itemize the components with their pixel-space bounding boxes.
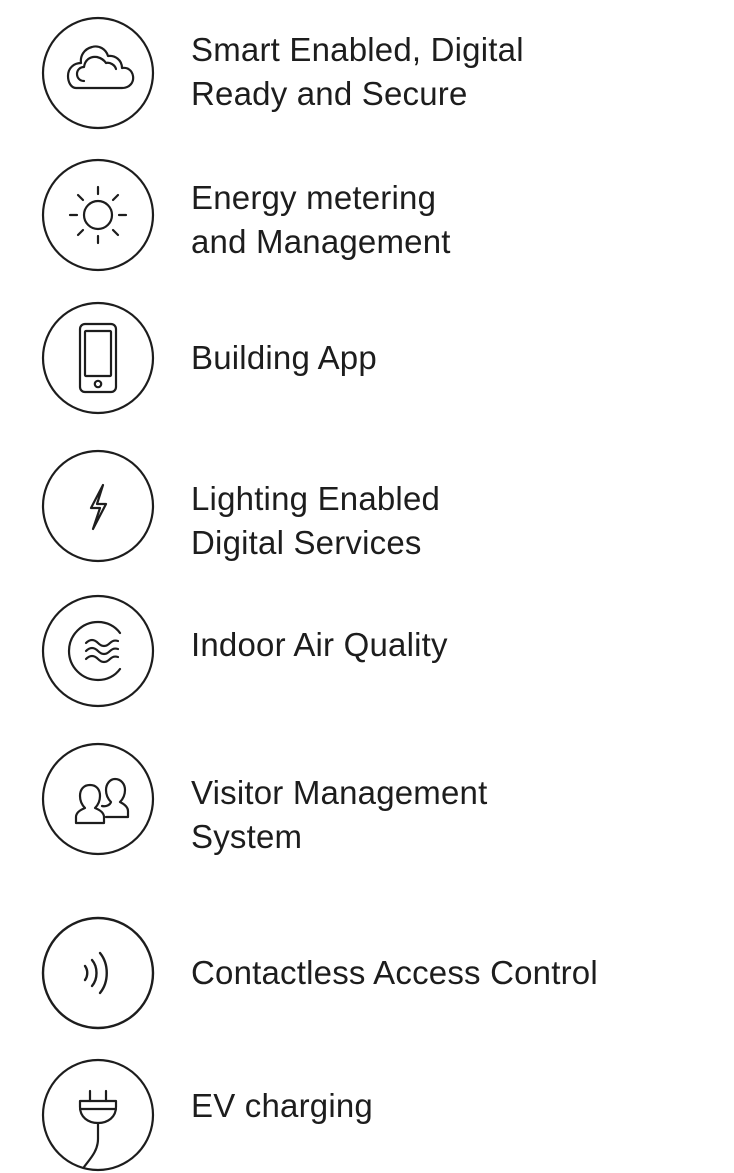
feature-label: Visitor Management System: [191, 774, 488, 855]
feature-item-building-app: Building App: [40, 290, 730, 415]
feature-item-visitor-management: Visitor Management System: [40, 730, 730, 856]
feature-item-smart-enabled: Smart Enabled, Digital Ready and Secure: [40, 0, 730, 130]
lightning-bolt-icon: [40, 448, 156, 564]
feature-label: Indoor Air Quality: [191, 626, 448, 663]
contactless-icon: [40, 915, 156, 1031]
feature-label: Contactless Access Control: [191, 954, 598, 991]
sun-icon: [40, 157, 156, 273]
feature-item-lighting-enabled: Lighting Enabled Digital Services: [40, 437, 730, 563]
feature-label: EV charging: [191, 1087, 373, 1124]
feature-item-contactless-access: Contactless Access Control: [40, 873, 730, 1030]
feature-label: Energy metering and Management: [191, 179, 451, 260]
feature-item-indoor-air-quality: Indoor Air Quality: [40, 583, 730, 708]
feature-label: Lighting Enabled Digital Services: [191, 480, 441, 561]
cloud-icon: [40, 15, 156, 131]
feature-label: Building App: [191, 339, 377, 376]
air-waves-icon: [40, 593, 156, 709]
feature-item-ev-charging: EV charging: [40, 1032, 730, 1172]
people-icon: [40, 741, 156, 857]
ev-plug-icon: [40, 1057, 156, 1173]
feature-item-energy-metering: Energy metering and Management: [40, 150, 730, 273]
feature-label: Smart Enabled, Digital Ready and Secure: [191, 31, 524, 112]
smartphone-icon: [40, 300, 156, 416]
